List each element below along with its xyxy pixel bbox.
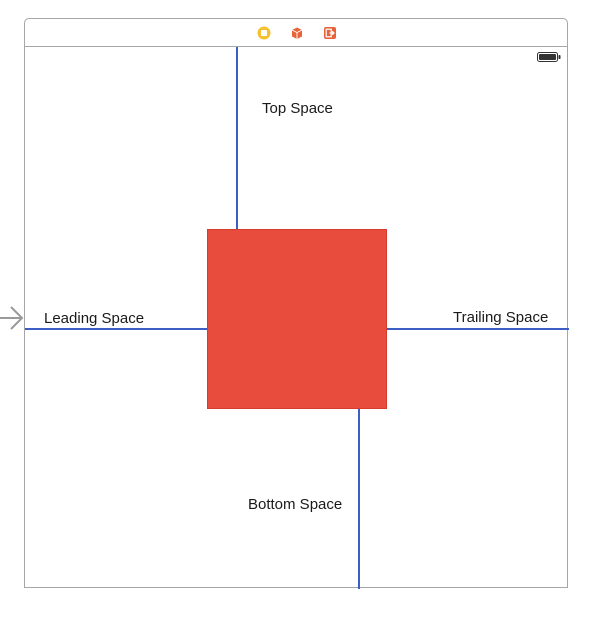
trailing-space-constraint[interactable]	[387, 328, 569, 330]
view-controller-scene[interactable]: Top Space Leading Space Trailing Space B…	[24, 18, 569, 589]
bottom-space-label: Bottom Space	[248, 496, 343, 513]
red-view[interactable]	[207, 229, 387, 409]
top-space-label: Top Space	[262, 100, 333, 117]
scene-dock	[25, 19, 567, 47]
storyboard-canvas: Top Space Leading Space Trailing Space B…	[0, 0, 600, 623]
top-space-constraint[interactable]	[236, 47, 238, 229]
leading-space-label: Leading Space	[44, 310, 145, 327]
trailing-space-label: Trailing Space	[453, 309, 549, 326]
leading-space-constraint[interactable]	[25, 328, 207, 330]
exit-icon[interactable]	[323, 26, 337, 40]
battery-icon	[537, 52, 561, 62]
bottom-space-constraint[interactable]	[358, 409, 360, 589]
view-controller-icon[interactable]	[257, 26, 271, 40]
first-responder-icon[interactable]	[290, 26, 304, 40]
initial-view-controller-arrow-icon[interactable]	[0, 304, 26, 332]
